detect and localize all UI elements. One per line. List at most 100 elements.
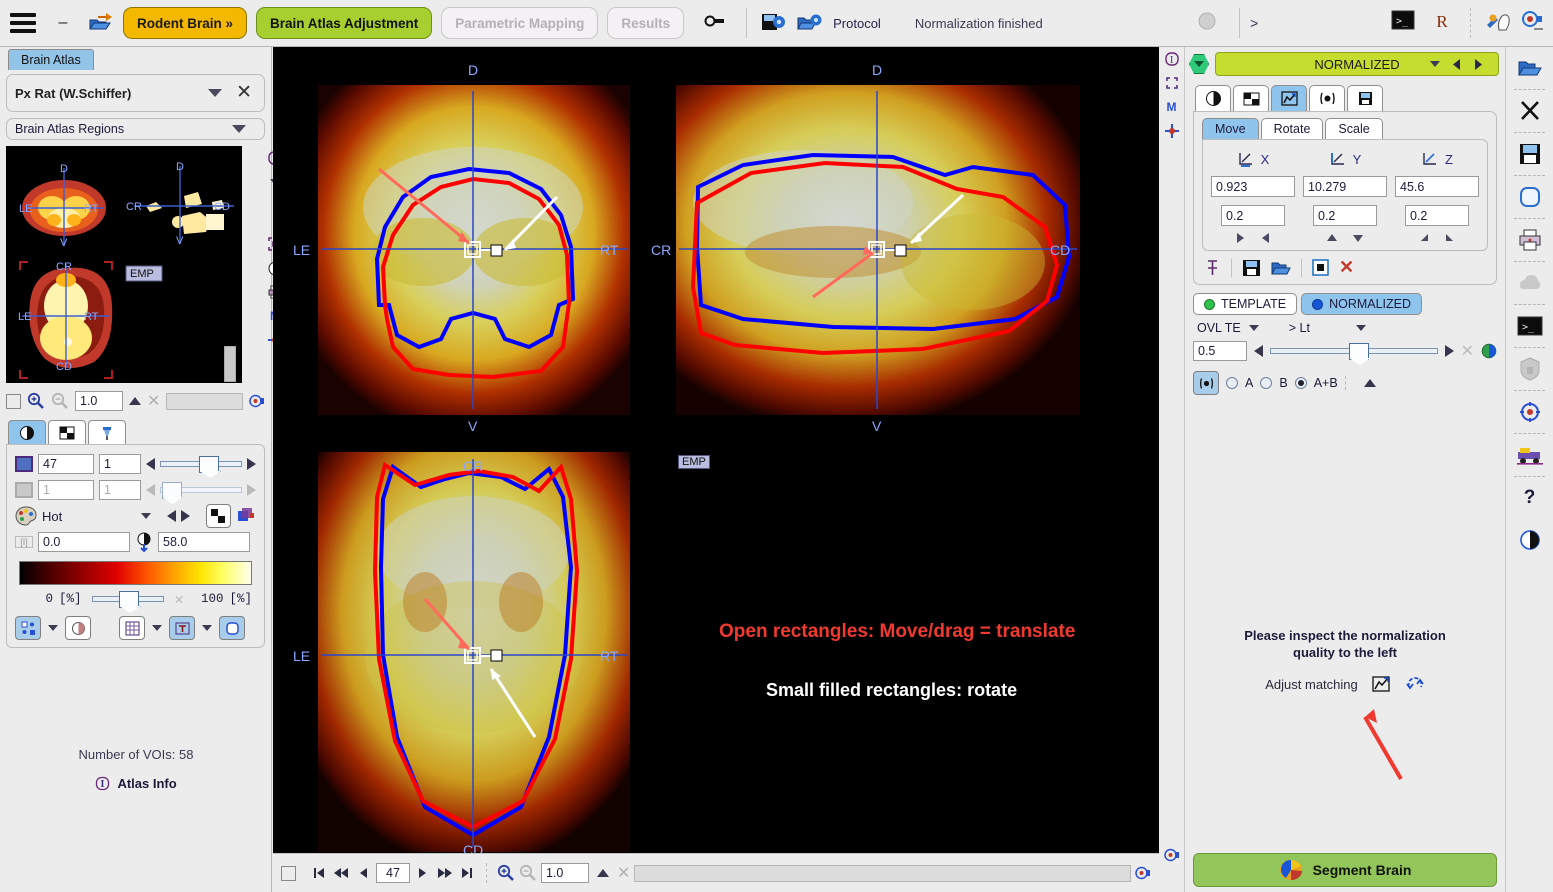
tab-save[interactable] — [1347, 85, 1383, 111]
chevron-up-icon[interactable] — [597, 869, 609, 877]
axis-z-value[interactable]: 45.6 — [1395, 176, 1479, 197]
view-mode-a-radio[interactable] — [1226, 377, 1238, 389]
view-mode-b-radio[interactable] — [1260, 377, 1273, 389]
shape-icon[interactable] — [1506, 176, 1553, 218]
step-rodent-brain[interactable]: Rodent Brain » — [123, 7, 248, 39]
contrast-icon[interactable] — [1506, 519, 1553, 561]
prev-slice-icon[interactable] — [354, 862, 372, 884]
blend-value-field[interactable]: 0.5 — [1193, 341, 1247, 361]
frame-max-field[interactable]: 1 — [99, 480, 141, 500]
slice-prev-button[interactable] — [146, 458, 155, 470]
colormap-gradient-bar[interactable] — [19, 561, 252, 585]
chevron-up-icon[interactable] — [129, 397, 141, 405]
y-decrease-button[interactable] — [1352, 232, 1364, 244]
brain-atlas-regions-dropdown[interactable]: Brain Atlas Regions — [6, 118, 265, 140]
annotation-button[interactable] — [169, 616, 195, 640]
target-icon[interactable] — [1506, 391, 1553, 433]
threshold-mode-icon[interactable] — [135, 532, 153, 552]
chevron-up-icon[interactable] — [1363, 379, 1376, 387]
view-target-icon[interactable] — [249, 393, 265, 409]
step-brain-atlas-adjustment[interactable]: Brain Atlas Adjustment — [256, 7, 433, 39]
minimize-icon[interactable]: – — [50, 15, 76, 31]
chevron-down-icon[interactable] — [1248, 325, 1259, 331]
segment-brain-button[interactable]: Segment Brain — [1193, 853, 1497, 887]
first-slice-icon[interactable] — [310, 862, 328, 884]
z-decrease-button[interactable] — [1444, 232, 1456, 244]
view-target-icon[interactable] — [1159, 843, 1184, 867]
frame-next-button[interactable] — [247, 484, 256, 496]
tab-contrast[interactable] — [1195, 85, 1231, 111]
terminal-icon[interactable]: >_ — [1506, 305, 1553, 347]
m-icon[interactable]: M — [1159, 95, 1184, 119]
tab-rotate[interactable]: Rotate — [1260, 118, 1324, 139]
next-slice-icon[interactable] — [414, 862, 432, 884]
tab-scale[interactable]: Scale — [1325, 118, 1383, 139]
tab-layout[interactable] — [48, 420, 86, 444]
next-fast-icon[interactable] — [436, 862, 454, 884]
pin-icon[interactable] — [1204, 259, 1221, 277]
expand-icon[interactable] — [1159, 71, 1184, 95]
shield-icon[interactable] — [1506, 348, 1553, 390]
capture-icon[interactable] — [1520, 10, 1550, 36]
tab-layout[interactable] — [1233, 85, 1269, 111]
viewport-hscrollbar[interactable] — [634, 864, 1131, 882]
tab-brain-atlas[interactable]: Brain Atlas — [8, 49, 94, 70]
record-icon[interactable] — [1196, 10, 1226, 36]
hex-dropdown-icon[interactable] — [1189, 54, 1209, 74]
step-results[interactable]: Results — [607, 7, 685, 39]
axis-z-step[interactable]: 0.2 — [1405, 205, 1469, 226]
zoom-out-icon[interactable] — [51, 392, 69, 410]
palette-icon[interactable] — [15, 506, 37, 526]
axis-y-step[interactable]: 0.2 — [1313, 205, 1377, 226]
tab-markers[interactable] — [88, 420, 126, 444]
series-prev-button[interactable] — [1451, 58, 1462, 71]
step-parametric-mapping[interactable]: Parametric Mapping — [441, 7, 599, 39]
prev-fast-icon[interactable] — [332, 862, 350, 884]
scissors-icon[interactable] — [1506, 90, 1553, 132]
contour-button[interactable] — [219, 616, 245, 640]
chevron-down-icon[interactable] — [232, 125, 246, 133]
blend-increase-button[interactable] — [1444, 345, 1454, 357]
reset-icon[interactable] — [1312, 259, 1329, 276]
nav-select-checkbox[interactable] — [281, 865, 296, 881]
frame-slider[interactable] — [160, 482, 242, 499]
colormap-prev-button[interactable] — [166, 510, 176, 522]
tab-normalized[interactable]: NORMALIZED — [1301, 293, 1423, 315]
clear-icon[interactable]: ✕ — [617, 863, 630, 883]
blend-clear-icon[interactable]: ✕ — [1461, 341, 1474, 361]
fusion-mode-button[interactable] — [1193, 371, 1219, 395]
copy-colormap-icon[interactable] — [236, 507, 256, 525]
zoom-in-icon[interactable] — [27, 392, 45, 410]
slice-index-field[interactable]: 47 — [38, 454, 94, 474]
axis-y-value[interactable]: 10.279 — [1303, 176, 1387, 197]
slice-max-field[interactable]: 1 — [99, 454, 141, 474]
series-next-button[interactable] — [1473, 58, 1484, 71]
series-selector[interactable]: NORMALIZED — [1215, 52, 1499, 76]
y-increase-button[interactable] — [1326, 232, 1338, 244]
x-increase-button[interactable] — [1234, 232, 1246, 244]
chevron-down-icon[interactable] — [48, 625, 58, 631]
info-icon[interactable]: I — [1159, 47, 1184, 71]
help-icon[interactable]: ? — [1506, 477, 1553, 519]
slice-number-field[interactable]: 47 — [376, 863, 410, 883]
close-icon[interactable]: ✕ — [232, 83, 256, 102]
frame-prev-button[interactable] — [146, 484, 155, 496]
tools-icon[interactable] — [1484, 10, 1514, 36]
slice-slider[interactable] — [160, 456, 242, 473]
zoom-in-icon[interactable] — [497, 862, 515, 884]
axis-x-step[interactable]: 0.2 — [1221, 205, 1285, 226]
thumbnail-scrollbar[interactable] — [224, 346, 236, 382]
last-slice-icon[interactable] — [458, 862, 476, 884]
thumbnail-zoom-value[interactable]: 1.0 — [75, 391, 123, 411]
atlas-thumbnail[interactable]: D V LE RT D V CR CD CR CD LE RT EMP — [6, 146, 242, 383]
save-protocol-icon[interactable] — [760, 10, 790, 36]
save-icon[interactable] — [1242, 259, 1261, 277]
tab-contrast[interactable] — [8, 420, 46, 444]
cloud-icon[interactable] — [1506, 262, 1553, 304]
link-icon[interactable] — [703, 10, 733, 36]
chevron-down-icon[interactable] — [152, 625, 162, 631]
percent-clear-icon[interactable]: ✕ — [174, 590, 183, 609]
voi-display-button[interactable] — [15, 616, 41, 640]
chevron-down-icon[interactable] — [140, 513, 151, 519]
x-decrease-button[interactable] — [1260, 232, 1272, 244]
